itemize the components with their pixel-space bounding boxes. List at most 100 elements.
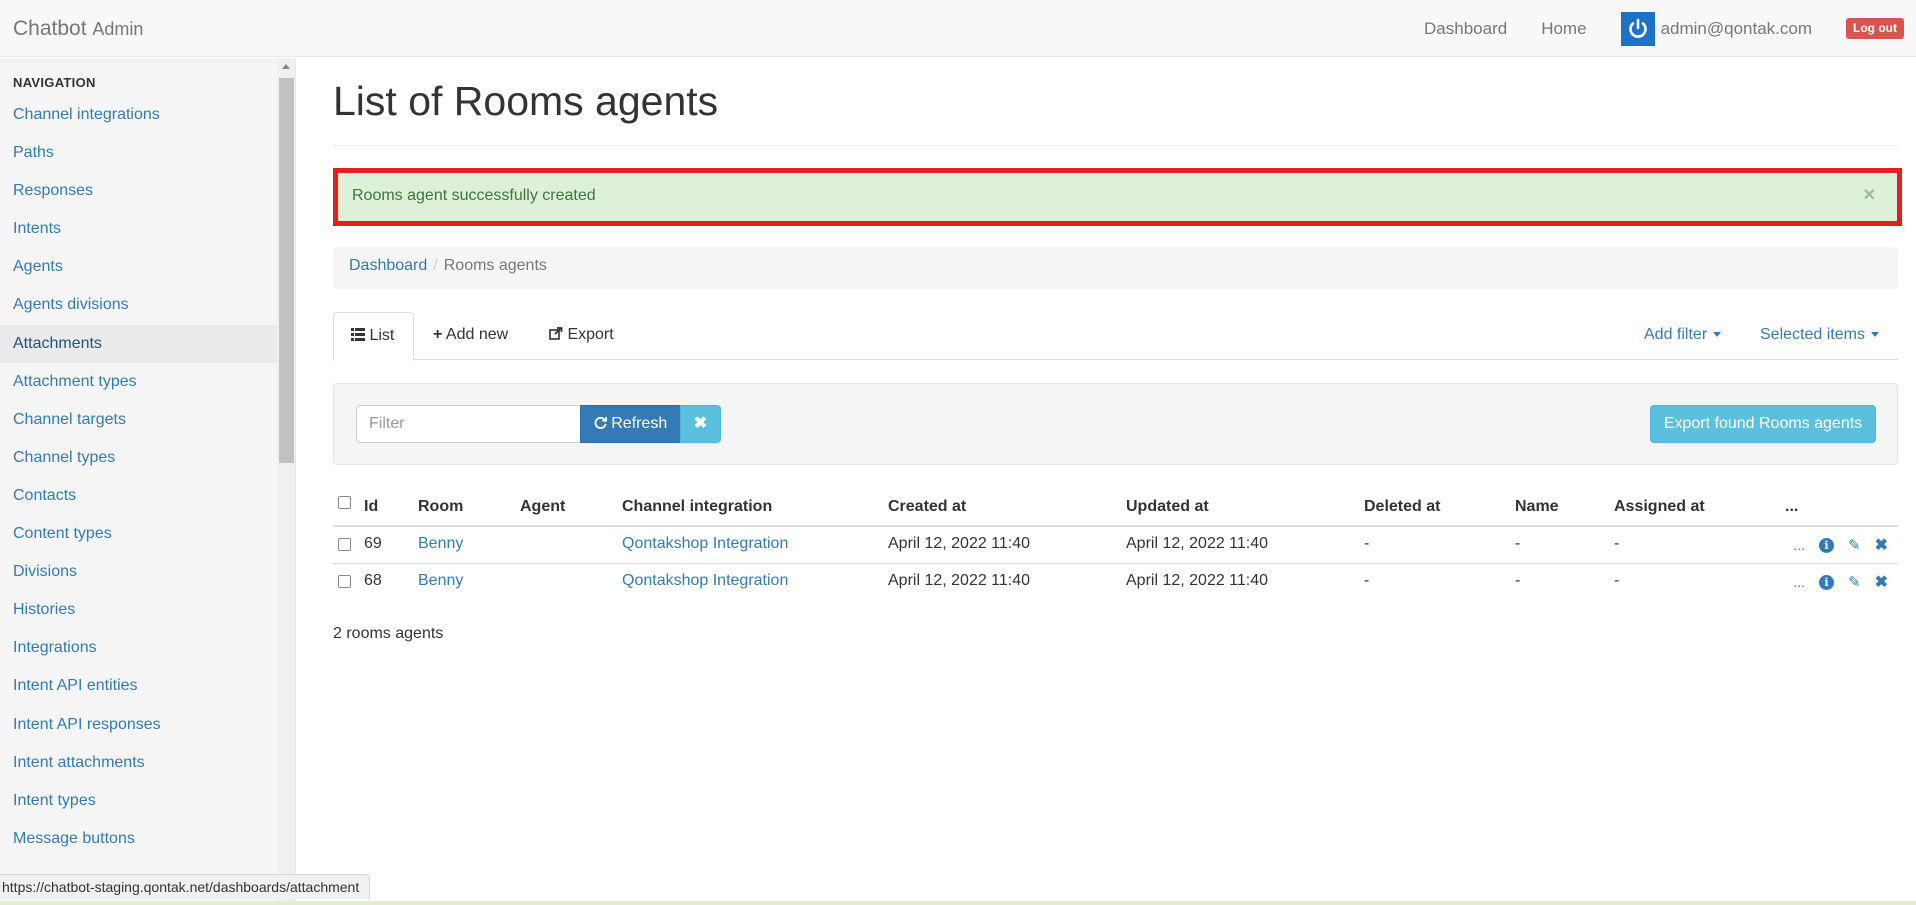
refresh-button[interactable]: Refresh <box>580 405 681 443</box>
filter-input[interactable] <box>356 405 581 443</box>
close-icon[interactable]: × <box>1863 184 1875 207</box>
close-icon[interactable]: ✖ <box>1875 535 1888 555</box>
row-checkbox[interactable] <box>338 538 351 551</box>
sidebar-list: Channel integrations Paths Responses Int… <box>0 96 295 858</box>
column-header-id[interactable]: Id <box>364 498 378 516</box>
sidebar-item-responses[interactable]: Responses <box>0 172 295 210</box>
sidebar-item-message-buttons[interactable]: Message buttons <box>0 820 295 858</box>
tab-export[interactable]: Export <box>549 312 614 360</box>
scroll-up-arrow-icon[interactable] <box>282 64 290 69</box>
nav-link-home[interactable]: Home <box>1541 19 1586 39</box>
sidebar-scrollbar[interactable] <box>277 58 295 905</box>
pencil-icon[interactable]: ✎ <box>1848 536 1861 554</box>
refresh-icon <box>594 415 611 432</box>
sidebar-item-channel-integrations[interactable]: Channel integrations <box>0 96 295 134</box>
tab-list[interactable]: List <box>333 312 414 361</box>
pencil-icon[interactable]: ✎ <box>1848 573 1861 591</box>
sidebar-item-channel-targets[interactable]: Channel targets <box>0 401 295 439</box>
cell-channel-integration-link[interactable]: Qontakshop Integration <box>622 572 788 590</box>
column-header-more: ... <box>1785 498 1799 515</box>
table-header-row: Id Room Agent Channel integration Create… <box>333 486 1898 526</box>
brand-name: Chatbot <box>13 17 87 40</box>
column-header-room[interactable]: Room <box>418 498 463 516</box>
cell-created-at: April 12, 2022 11:40 <box>888 535 1031 552</box>
tab-export-label: Export <box>567 326 614 343</box>
sidebar-item-attachments[interactable]: Attachments <box>0 324 295 363</box>
row-actions: ... i ✎ ✖ <box>1793 572 1888 592</box>
scrollbar-thumb[interactable] <box>279 78 294 463</box>
sidebar-item-integrations[interactable]: Integrations <box>0 629 295 667</box>
user-menu[interactable]: admin@qontak.com <box>1620 11 1812 46</box>
sidebar-item-agents-divisions[interactable]: Agents divisions <box>0 286 295 324</box>
cell-id: 69 <box>364 535 382 552</box>
column-header-created-at[interactable]: Created at <box>888 498 966 516</box>
success-alert: Rooms agent successfully created × <box>333 168 1902 226</box>
filter-panel: Refresh ✖ Export found Rooms agents <box>333 383 1898 465</box>
sidebar-item-intents[interactable]: Intents <box>0 210 295 248</box>
cell-assigned-at: - <box>1614 535 1620 552</box>
row-checkbox[interactable] <box>338 575 351 588</box>
add-filter-dropdown[interactable]: Add filter <box>1644 312 1722 360</box>
sidebar-item-channel-types[interactable]: Channel types <box>0 439 295 477</box>
info-icon[interactable]: i <box>1819 574 1835 590</box>
sidebar-item-intent-types[interactable]: Intent types <box>0 782 295 820</box>
page-bottom-edge <box>0 901 1916 905</box>
tab-bar: List + Add new Export Add filter Selecte… <box>333 312 1898 361</box>
selected-items-label: Selected items <box>1760 326 1865 343</box>
cell-assigned-at: - <box>1614 572 1620 589</box>
column-header-deleted-at[interactable]: Deleted at <box>1364 498 1440 516</box>
plus-icon: + <box>433 326 443 343</box>
cell-name: - <box>1515 572 1521 589</box>
column-header-assigned-at[interactable]: Assigned at <box>1614 498 1705 516</box>
selected-items-dropdown[interactable]: Selected items <box>1760 312 1879 360</box>
refresh-label: Refresh <box>611 415 668 432</box>
sidebar-item-content-types[interactable]: Content types <box>0 515 295 553</box>
sidebar-item-intent-api-entities[interactable]: Intent API entities <box>0 667 295 705</box>
cell-name: - <box>1515 535 1521 552</box>
cell-room-link[interactable]: Benny <box>418 572 463 590</box>
more-link[interactable]: ... <box>1793 574 1805 590</box>
sidebar-item-divisions[interactable]: Divisions <box>0 553 295 591</box>
breadcrumb-separator: / <box>433 257 438 274</box>
table-row: 68 Benny Qontakshop Integration April 12… <box>333 563 1898 600</box>
cell-created-at: April 12, 2022 11:40 <box>888 572 1031 589</box>
close-icon[interactable]: ✖ <box>1875 572 1888 592</box>
breadcrumb-dashboard-link[interactable]: Dashboard <box>349 257 427 274</box>
power-icon <box>1620 11 1655 46</box>
sidebar-item-intent-api-responses[interactable]: Intent API responses <box>0 706 295 744</box>
sidebar-item-histories[interactable]: Histories <box>0 591 295 629</box>
rooms-agents-table: Id Room Agent Channel integration Create… <box>333 486 1898 600</box>
column-header-updated-at[interactable]: Updated at <box>1126 498 1209 516</box>
page-title: List of Rooms agents <box>333 78 719 124</box>
column-header-agent[interactable]: Agent <box>520 498 565 516</box>
cell-channel-integration-link[interactable]: Qontakshop Integration <box>622 535 788 553</box>
share-icon <box>549 326 567 343</box>
caret-down-icon <box>1870 332 1879 338</box>
sidebar-item-intent-attachments[interactable]: Intent attachments <box>0 744 295 782</box>
sidebar-item-contacts[interactable]: Contacts <box>0 477 295 515</box>
select-all-checkbox[interactable] <box>338 496 351 509</box>
brand-logo[interactable]: Chatbot Admin <box>13 17 143 41</box>
list-icon <box>351 327 369 344</box>
sidebar-item-agents[interactable]: Agents <box>0 248 295 286</box>
column-header-channel-integration[interactable]: Channel integration <box>622 498 772 516</box>
more-link[interactable]: ... <box>1793 537 1805 553</box>
cell-room-link[interactable]: Benny <box>418 535 463 553</box>
nav-link-dashboard[interactable]: Dashboard <box>1424 19 1507 39</box>
tab-add-new[interactable]: + Add new <box>433 312 508 360</box>
sidebar-item-paths[interactable]: Paths <box>0 134 295 172</box>
column-header-name[interactable]: Name <box>1515 498 1559 516</box>
info-icon[interactable]: i <box>1819 537 1835 553</box>
cell-updated-at: April 12, 2022 11:40 <box>1126 535 1269 552</box>
caret-down-icon <box>1713 332 1722 338</box>
cell-deleted-at: - <box>1364 535 1370 552</box>
sidebar-header: NAVIGATION <box>13 75 96 90</box>
cell-id: 68 <box>364 572 382 589</box>
alert-message: Rooms agent successfully created <box>352 187 596 204</box>
logout-button[interactable]: Log out <box>1846 18 1904 39</box>
sidebar-item-attachment-types[interactable]: Attachment types <box>0 363 295 401</box>
export-found-button[interactable]: Export found Rooms agents <box>1650 405 1876 443</box>
clear-filter-button[interactable]: ✖ <box>680 405 721 443</box>
breadcrumb: Dashboard / Rooms agents <box>333 247 1898 289</box>
result-count: 2 rooms agents <box>333 625 444 642</box>
